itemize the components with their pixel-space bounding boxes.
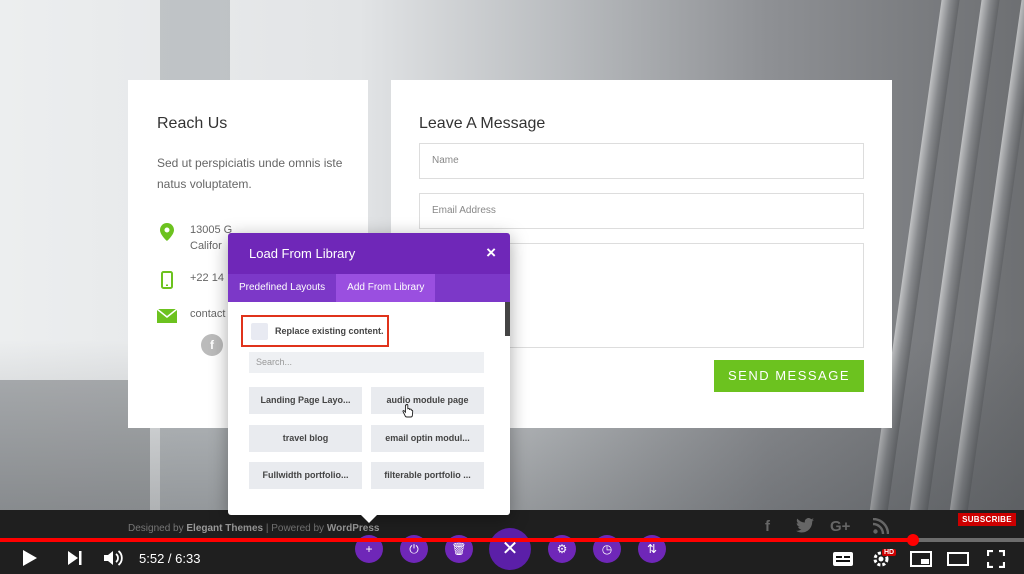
video-time-display: 5:52 / 6:33 <box>139 551 201 566</box>
replace-content-label[interactable]: Replace existing content. <box>275 326 384 336</box>
miniplayer-icon[interactable] <box>910 551 932 572</box>
volume-icon[interactable] <box>103 549 125 572</box>
theater-mode-icon[interactable] <box>947 551 969 572</box>
video-progress-bar[interactable] <box>0 534 1024 546</box>
close-icon[interactable]: × <box>486 243 496 263</box>
name-field[interactable]: Name <box>419 143 864 179</box>
email-text: contact <box>190 308 226 320</box>
library-item[interactable]: filterable portfolio ... <box>371 462 484 489</box>
library-item[interactable]: email optin modul... <box>371 425 484 452</box>
library-search-input[interactable]: Search... <box>249 352 484 373</box>
modal-tabs: Predefined Layouts Add From Library <box>228 274 510 302</box>
footer-elegant-link[interactable]: Elegant Themes <box>186 523 263 534</box>
phone-row: +22 14 <box>157 270 224 290</box>
replace-content-option: Replace existing content. <box>241 315 389 347</box>
captions-icon[interactable] <box>832 551 854 572</box>
footer-googleplus-icon[interactable]: G+ <box>830 518 850 535</box>
address-line-2: Califor <box>190 240 222 252</box>
footer-facebook-icon[interactable]: f <box>765 518 770 535</box>
play-icon[interactable] <box>22 549 38 572</box>
map-pin-icon <box>157 222 177 242</box>
modal-header: Load From Library × <box>228 233 510 274</box>
hand-cursor-icon <box>402 403 414 423</box>
footer-wordpress-link[interactable]: WordPress <box>327 523 380 534</box>
hd-badge: HD <box>882 549 897 556</box>
send-message-button[interactable]: SEND MESSAGE <box>714 360 864 392</box>
video-progress-fill <box>0 538 914 542</box>
tab-predefined-layouts[interactable]: Predefined Layouts <box>228 274 336 302</box>
replace-content-checkbox[interactable] <box>251 322 268 340</box>
fullscreen-icon[interactable] <box>986 549 1006 573</box>
phone-text: +22 14 <box>190 272 224 284</box>
footer-designed-by: Designed by <box>128 523 184 534</box>
library-item[interactable]: Landing Page Layo... <box>249 387 362 414</box>
tab-add-from-library[interactable]: Add From Library <box>336 274 436 302</box>
library-item[interactable]: audio module page <box>371 387 484 414</box>
modal-pointer-arrow <box>360 514 378 523</box>
close-builder-button[interactable]: ✕ <box>489 528 531 570</box>
load-library-modal: Load From Library × Predefined Layouts A… <box>228 233 510 515</box>
email-field[interactable]: Email Address <box>419 193 864 229</box>
phone-icon <box>157 270 177 290</box>
modal-title: Load From Library <box>249 246 356 261</box>
library-item[interactable]: Fullwidth portfolio... <box>249 462 362 489</box>
library-item[interactable]: travel blog <box>249 425 362 452</box>
email-row: contact <box>157 306 225 326</box>
footer-twitter-icon[interactable] <box>796 518 814 537</box>
footer-rss-icon[interactable] <box>872 517 890 538</box>
next-video-icon[interactable] <box>67 550 83 571</box>
modal-scrollbar[interactable] <box>505 302 510 336</box>
address-row: 13005 G Califor <box>157 222 232 254</box>
facebook-icon[interactable]: f <box>201 334 223 356</box>
address-text: 13005 G Califor <box>190 222 232 254</box>
footer-separator: | Powered by <box>263 523 327 534</box>
reach-us-description: Sed ut perspiciatis unde omnis iste natu… <box>157 156 343 191</box>
address-line-1: 13005 G <box>190 224 233 236</box>
contact-form-title: Leave A Message <box>419 115 546 132</box>
envelope-icon <box>157 306 177 326</box>
reach-us-title: Reach Us <box>157 115 228 132</box>
footer-credit: Designed by Elegant Themes | Powered by … <box>128 523 379 534</box>
subscribe-button[interactable]: SUBSCRIBE <box>958 513 1016 526</box>
